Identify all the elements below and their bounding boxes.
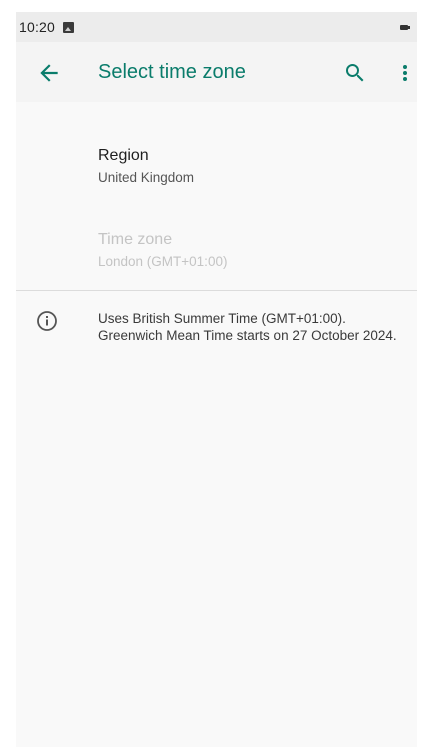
time-zone-value: London (GMT+01:00) bbox=[98, 254, 228, 269]
search-icon bbox=[346, 64, 364, 82]
divider bbox=[16, 290, 417, 291]
region-value: United Kingdom bbox=[98, 170, 195, 185]
time-zone-setting[interactable]: Time zone London (GMT+01:00) bbox=[98, 230, 227, 271]
app-bar: Select time zone bbox=[16, 42, 417, 102]
region-label: Region bbox=[98, 147, 149, 164]
back-arrow-icon bbox=[40, 64, 58, 82]
time-zone-info-text: Uses British Summer Time (GMT+01:00). Gr… bbox=[98, 311, 397, 343]
region-setting[interactable]: Region United Kingdom bbox=[98, 146, 194, 187]
screen: 10:20 Select time zone Region United Kin… bbox=[16, 12, 417, 747]
info-icon bbox=[36, 310, 58, 332]
page-title: Select time zone bbox=[98, 61, 246, 83]
time-zone-label: Time zone bbox=[98, 231, 173, 248]
status-bar: 10:20 bbox=[16, 12, 417, 42]
image-icon bbox=[63, 21, 75, 33]
battery-icon bbox=[400, 25, 410, 30]
more-vert-icon bbox=[403, 65, 407, 81]
more-options-button[interactable] bbox=[395, 61, 415, 85]
back-button[interactable] bbox=[36, 60, 62, 86]
status-time: 10:20 bbox=[19, 19, 56, 35]
search-button[interactable] bbox=[343, 61, 367, 85]
